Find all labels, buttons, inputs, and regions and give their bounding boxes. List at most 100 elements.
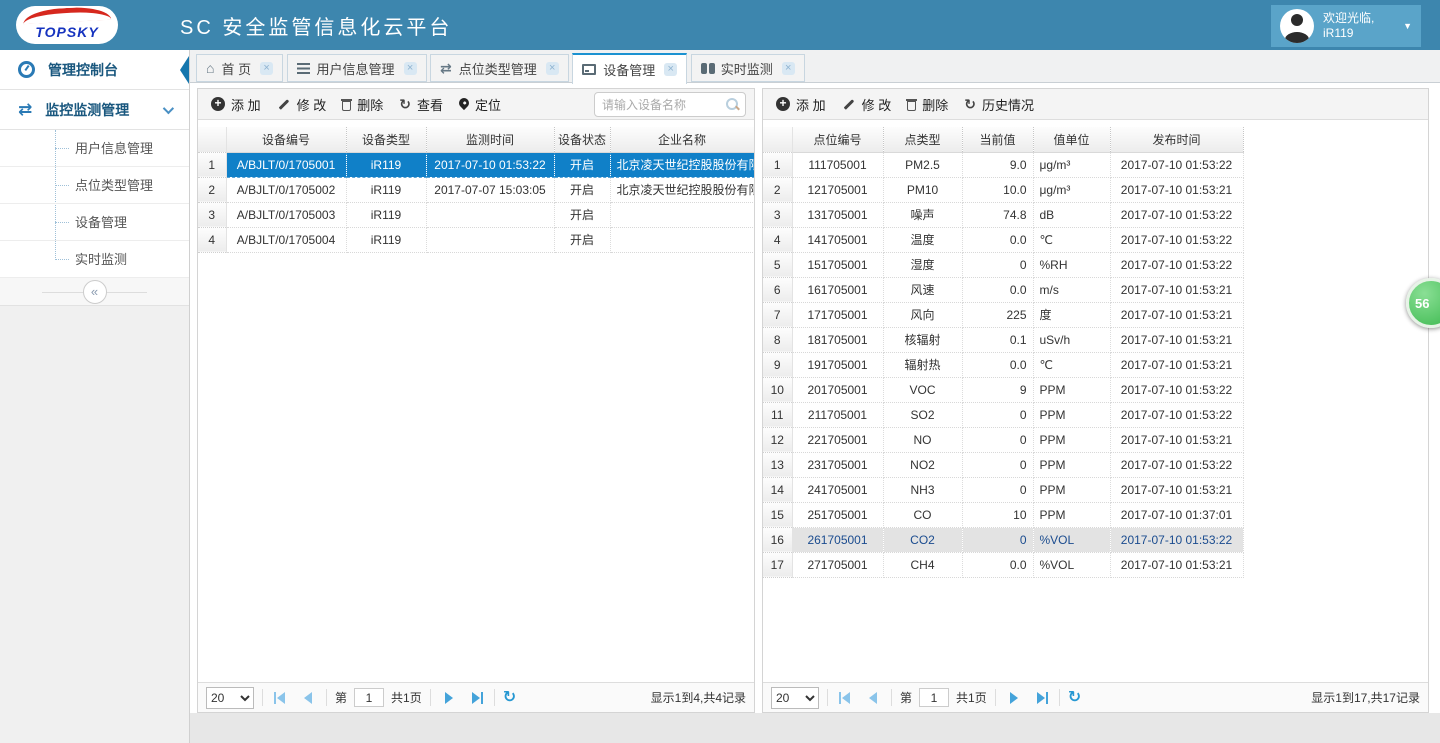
cell[interactable]: 2017-07-10 01:53:22 (1110, 227, 1243, 252)
cell[interactable]: 141705001 (792, 227, 883, 252)
cell[interactable] (426, 227, 554, 252)
table-row[interactable]: 11211705001SO20PPM2017-07-10 01:53:22 (763, 402, 1243, 427)
cell[interactable]: 9 (962, 377, 1033, 402)
add-button[interactable]: + 添 加 (203, 89, 269, 119)
cell[interactable]: NH3 (883, 477, 962, 502)
cell[interactable]: %VOL (1033, 527, 1110, 552)
cell[interactable]: 241705001 (792, 477, 883, 502)
cell[interactable]: 0.0 (962, 227, 1033, 252)
cell[interactable]: 2017-07-10 01:53:21 (1110, 177, 1243, 202)
cell[interactable]: ℃ (1033, 352, 1110, 377)
cell[interactable]: 辐射热 (883, 352, 962, 377)
cell[interactable]: μg/m³ (1033, 177, 1110, 202)
search-icon[interactable] (725, 97, 740, 112)
cell[interactable]: ℃ (1033, 227, 1110, 252)
column-header[interactable]: 设备类型 (346, 127, 426, 152)
cell[interactable]: A/BJLT/0/1705002 (226, 177, 346, 202)
refresh-icon[interactable]: ↻ (1068, 690, 1081, 706)
view-button[interactable]: ↻ 查看 (391, 89, 451, 119)
prev-page-button[interactable] (863, 688, 883, 708)
cell[interactable]: 风速 (883, 277, 962, 302)
collapse-sidebar-button[interactable]: « (83, 280, 107, 304)
table-row[interactable]: 2121705001PM1010.0μg/m³2017-07-10 01:53:… (763, 177, 1243, 202)
close-icon[interactable]: × (546, 62, 559, 75)
sidebar-item-realtime[interactable]: 实时监测 (0, 241, 189, 278)
sidebar-item-point-type[interactable]: 点位类型管理 (0, 167, 189, 204)
cell[interactable]: 10.0 (962, 177, 1033, 202)
table-row[interactable]: 8181705001核辐射0.1uSv/h2017-07-10 01:53:21 (763, 327, 1243, 352)
cell[interactable]: 开启 (554, 227, 610, 252)
first-page-button[interactable] (836, 688, 856, 708)
cell[interactable]: 74.8 (962, 202, 1033, 227)
last-page-button[interactable] (1031, 688, 1051, 708)
cell[interactable]: PPM (1033, 402, 1110, 427)
column-header[interactable]: 发布时间 (1110, 127, 1243, 152)
edit-button[interactable]: 修 改 (834, 89, 900, 119)
cell[interactable]: μg/m³ (1033, 152, 1110, 177)
table-row[interactable]: 6161705001风速0.0m/s2017-07-10 01:53:21 (763, 277, 1243, 302)
table-row[interactable]: 1A/BJLT/0/1705001iR1192017-07-10 01:53:2… (198, 152, 754, 177)
cell[interactable]: 2017-07-10 01:53:21 (1110, 427, 1243, 452)
sidebar-item-console[interactable]: 管理控制台 (0, 50, 189, 90)
cell[interactable]: dB (1033, 202, 1110, 227)
cell[interactable]: 9.0 (962, 152, 1033, 177)
close-icon[interactable]: × (404, 62, 417, 75)
sidebar-item-user-info[interactable]: 用户信息管理 (0, 130, 189, 167)
cell[interactable]: 2017-07-10 01:53:21 (1110, 277, 1243, 302)
cell[interactable]: 风向 (883, 302, 962, 327)
cell[interactable]: 271705001 (792, 552, 883, 577)
cell[interactable]: 2017-07-07 15:03:05 (426, 177, 554, 202)
cell[interactable]: uSv/h (1033, 327, 1110, 352)
cell[interactable]: A/BJLT/0/1705003 (226, 202, 346, 227)
cell[interactable]: PPM (1033, 477, 1110, 502)
column-header[interactable]: 企业名称 (610, 127, 754, 152)
cell[interactable]: 2017-07-10 01:53:22 (1110, 377, 1243, 402)
column-header[interactable]: 设备编号 (226, 127, 346, 152)
cell[interactable]: 0 (962, 452, 1033, 477)
tab-user-info[interactable]: 用户信息管理 × (287, 54, 427, 82)
cell[interactable]: 171705001 (792, 302, 883, 327)
cell[interactable]: SO2 (883, 402, 962, 427)
cell[interactable] (610, 227, 754, 252)
tab-point-type[interactable]: ⇄ 点位类型管理 × (430, 54, 569, 82)
cell[interactable]: 2017-07-10 01:53:22 (1110, 452, 1243, 477)
sidebar-item-device-mgmt[interactable]: 设备管理 (0, 204, 189, 241)
cell[interactable]: 2017-07-10 01:53:22 (1110, 202, 1243, 227)
column-header[interactable]: 值单位 (1033, 127, 1110, 152)
cell[interactable]: 0 (962, 427, 1033, 452)
cell[interactable]: PM10 (883, 177, 962, 202)
cell[interactable]: 251705001 (792, 502, 883, 527)
add-button[interactable]: + 添 加 (768, 89, 834, 119)
cell[interactable]: PPM (1033, 502, 1110, 527)
delete-button[interactable]: 删除 (334, 89, 391, 119)
cell[interactable]: 2017-07-10 01:53:21 (1110, 327, 1243, 352)
table-row[interactable]: 16261705001CO20%VOL2017-07-10 01:53:22 (763, 527, 1243, 552)
prev-page-button[interactable] (298, 688, 318, 708)
cell[interactable]: 2017-07-10 01:53:22 (1110, 252, 1243, 277)
cell[interactable]: iR119 (346, 227, 426, 252)
cell[interactable]: 0.1 (962, 327, 1033, 352)
cell[interactable]: 2017-07-10 01:53:22 (426, 152, 554, 177)
table-row[interactable]: 9191705001辐射热0.0℃2017-07-10 01:53:21 (763, 352, 1243, 377)
cell[interactable]: 0 (962, 252, 1033, 277)
cell[interactable]: 温度 (883, 227, 962, 252)
page-number-input[interactable] (919, 688, 949, 707)
first-page-button[interactable] (271, 688, 291, 708)
cell[interactable]: PPM (1033, 377, 1110, 402)
cell[interactable]: PPM (1033, 452, 1110, 477)
cell[interactable]: 0 (962, 402, 1033, 427)
cell[interactable]: 161705001 (792, 277, 883, 302)
cell[interactable]: 111705001 (792, 152, 883, 177)
search-input[interactable] (595, 98, 725, 112)
table-row[interactable]: 3A/BJLT/0/1705003iR119开启 (198, 202, 754, 227)
cell[interactable]: 225 (962, 302, 1033, 327)
cell[interactable]: 131705001 (792, 202, 883, 227)
delete-button[interactable]: 删除 (899, 89, 956, 119)
cell[interactable] (426, 202, 554, 227)
table-row[interactable]: 2A/BJLT/0/1705002iR1192017-07-07 15:03:0… (198, 177, 754, 202)
close-icon[interactable]: × (260, 62, 273, 75)
table-row[interactable]: 7171705001风向225度2017-07-10 01:53:21 (763, 302, 1243, 327)
user-menu[interactable]: 欢迎光临, iR119 ▼ (1271, 5, 1421, 47)
cell[interactable]: A/BJLT/0/1705004 (226, 227, 346, 252)
tab-device-mgmt[interactable]: 设备管理 × (572, 53, 687, 84)
